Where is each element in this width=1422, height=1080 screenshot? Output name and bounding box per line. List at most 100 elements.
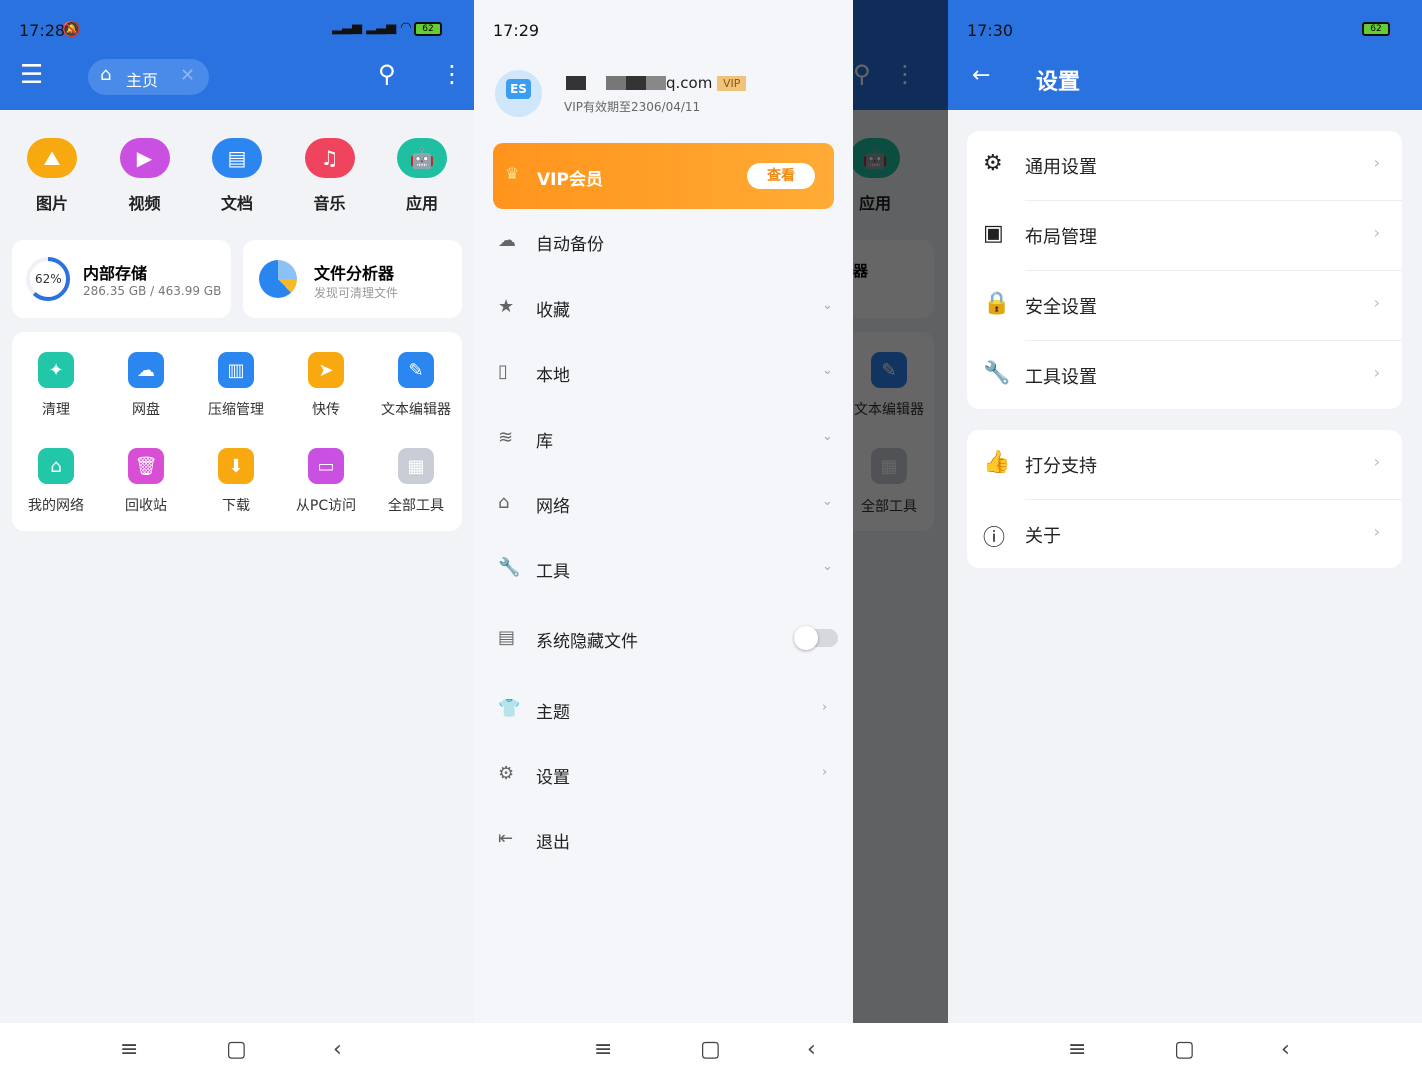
search-icon[interactable]: ⚲ xyxy=(378,60,396,88)
tool-label[interactable]: 网盘 xyxy=(101,399,191,419)
settings-item[interactable]: 🔒 安全设置 › xyxy=(967,271,1402,341)
chevron-right-icon: › xyxy=(1373,223,1380,242)
drawer-item[interactable]: ▯ 本地 ⌄ xyxy=(474,353,853,393)
tools-icon: 🔧 xyxy=(983,361,1011,386)
tool-icon[interactable]: ✎ xyxy=(398,352,434,388)
chevron-down-icon: ⌄ xyxy=(822,298,833,313)
drawer-item[interactable]: ≋ 库 ⌄ xyxy=(474,419,853,459)
close-tab-icon[interactable]: ✕ xyxy=(180,65,195,86)
crown-icon: ♛ xyxy=(505,164,520,183)
vip-banner[interactable]: ♛ VIP会员 查看 xyxy=(493,143,834,209)
category-1[interactable]: 视频 xyxy=(105,190,185,214)
gear-icon: ⚙ xyxy=(983,151,1003,176)
back-nav-icon[interactable]: ‹ xyxy=(333,1037,342,1062)
tool-icon[interactable]: ➤ xyxy=(308,352,344,388)
drawer-item[interactable]: 🔧 工具 ⌄ xyxy=(474,549,853,589)
tool-icon[interactable]: 🗑 xyxy=(128,448,164,484)
hidden-files-toggle[interactable] xyxy=(794,626,838,650)
navigation-drawer: 17:29 ES q.com VIP VIP有效期至2306/04/11 ♛ V… xyxy=(474,0,853,1023)
drawer-item[interactable]: ▤ 系统隐藏文件 xyxy=(474,619,853,659)
recents-icon[interactable]: ≡ xyxy=(594,1037,612,1062)
tool-label[interactable]: 全部工具 xyxy=(371,495,461,515)
drawer-item[interactable]: ⌂ 网络 ⌄ xyxy=(474,484,853,524)
chevron-down-icon: ⌄ xyxy=(822,559,833,574)
home-tab-label: 主页 xyxy=(126,71,159,90)
music-icon[interactable]: ♫ xyxy=(304,138,355,178)
settings-item[interactable]: ▣ 布局管理 › xyxy=(967,201,1402,271)
settings-item[interactable]: ⚙ 通用设置 › xyxy=(967,131,1402,201)
recents-icon[interactable]: ≡ xyxy=(120,1037,138,1062)
chevron-right-icon: › xyxy=(1373,452,1380,471)
internal-storage-card[interactable]: 62% 内部存储 286.35 GB / 463.99 GB xyxy=(12,240,231,318)
home-nav-icon[interactable]: ▢ xyxy=(700,1037,721,1062)
tool-icon[interactable]: ⌂ xyxy=(38,448,74,484)
drawer-item[interactable]: ⇤ 退出 xyxy=(474,820,853,860)
drawer-screen: ⚲ ⋮ 🤖 应用 器 ✎ 文本编辑器 ▦ 全部工具 17:29 ES q.com… xyxy=(474,0,948,1080)
image-icon[interactable]: ⛰ xyxy=(27,138,77,178)
tool-label[interactable]: 从PC访问 xyxy=(281,495,371,515)
app-header xyxy=(0,0,474,110)
avatar[interactable]: ES xyxy=(495,70,542,117)
vip-view-button[interactable]: 查看 xyxy=(747,163,815,189)
document-icon[interactable]: ▤ xyxy=(212,138,262,178)
category-0[interactable]: 图片 xyxy=(12,190,92,214)
vip-title: VIP会员 xyxy=(537,170,603,190)
drawer-item[interactable]: ⚙ 设置 › xyxy=(474,755,853,795)
tool-label[interactable]: 文本编辑器 xyxy=(371,399,461,419)
status-time: 17:29 xyxy=(493,21,540,40)
menu-icon[interactable]: ☰ xyxy=(20,60,43,90)
tool-icon[interactable]: ⬇ xyxy=(218,448,254,484)
mute-icon: 🔕 xyxy=(62,20,81,38)
pie-chart-icon xyxy=(259,260,297,298)
tool-icon[interactable]: ▦ xyxy=(398,448,434,484)
settings-header xyxy=(948,0,1422,110)
back-nav-icon[interactable]: ‹ xyxy=(807,1037,816,1062)
home-nav-icon[interactable]: ▢ xyxy=(226,1037,247,1062)
star-icon: ★ xyxy=(498,296,515,317)
home-nav-icon[interactable]: ▢ xyxy=(1174,1037,1195,1062)
tool-label[interactable]: 压缩管理 xyxy=(191,399,281,419)
category-4[interactable]: 应用 xyxy=(382,190,462,214)
analyzer-subtitle: 发现可清理文件 xyxy=(314,286,399,300)
battery-icon: 62 xyxy=(1362,22,1390,36)
chevron-right-icon: › xyxy=(822,765,828,780)
tool-icon[interactable]: ☁ xyxy=(128,352,164,388)
tool-label[interactable]: 回收站 xyxy=(101,495,191,515)
gear-icon: ⚙ xyxy=(498,763,515,784)
tool-label[interactable]: 下载 xyxy=(191,495,281,515)
video-icon[interactable]: ▶ xyxy=(119,138,170,178)
settings-item[interactable]: 🔧 工具设置 › xyxy=(967,341,1402,411)
thumbs-up-icon: 👍 xyxy=(983,450,1011,475)
battery-icon: 62 xyxy=(414,22,442,36)
system-nav-bar: ≡ ▢ ‹ xyxy=(948,1023,1422,1080)
drawer-item-label: 自动备份 xyxy=(536,235,604,255)
tool-icon[interactable]: ✦ xyxy=(38,352,74,388)
tool-label[interactable]: 快传 xyxy=(281,399,371,419)
category-2[interactable]: 文档 xyxy=(197,190,277,214)
tool-label[interactable]: 我的网络 xyxy=(11,495,101,515)
drawer-item-label: 工具 xyxy=(536,562,570,582)
more-icon[interactable]: ⋮ xyxy=(440,60,464,88)
vip-expiry: VIP有效期至2306/04/11 xyxy=(564,100,701,114)
recents-icon[interactable]: ≡ xyxy=(1068,1037,1086,1062)
settings-item[interactable]: ⓘ 关于 › xyxy=(967,500,1402,570)
file-analyzer-card[interactable]: 文件分析器 发现可清理文件 xyxy=(243,240,462,318)
drawer-item[interactable]: ★ 收藏 ⌄ xyxy=(474,288,853,328)
tool-label[interactable]: 清理 xyxy=(11,399,101,419)
lock-icon: 🔒 xyxy=(983,291,1011,316)
drawer-item-label: 设置 xyxy=(536,768,570,788)
tool-icon[interactable]: ▭ xyxy=(308,448,344,484)
back-arrow-icon[interactable]: ← xyxy=(972,63,990,88)
drawer-item[interactable]: ☁ 自动备份 xyxy=(474,222,853,262)
layout-icon: ▣ xyxy=(983,221,1004,246)
home-icon: ⌂ xyxy=(100,64,112,85)
category-3[interactable]: 音乐 xyxy=(290,190,370,214)
android-icon[interactable]: 🤖 xyxy=(397,138,447,178)
scrim[interactable] xyxy=(853,0,948,1023)
settings-item[interactable]: 👍 打分支持 › xyxy=(967,430,1402,500)
drawer-item[interactable]: 👕 主题 › xyxy=(474,690,853,730)
tool-icon[interactable]: ▥ xyxy=(218,352,254,388)
status-time: 17:28 xyxy=(19,21,66,40)
back-nav-icon[interactable]: ‹ xyxy=(1281,1037,1290,1062)
home-tab[interactable]: ⌂ 主页 ✕ xyxy=(88,59,209,95)
